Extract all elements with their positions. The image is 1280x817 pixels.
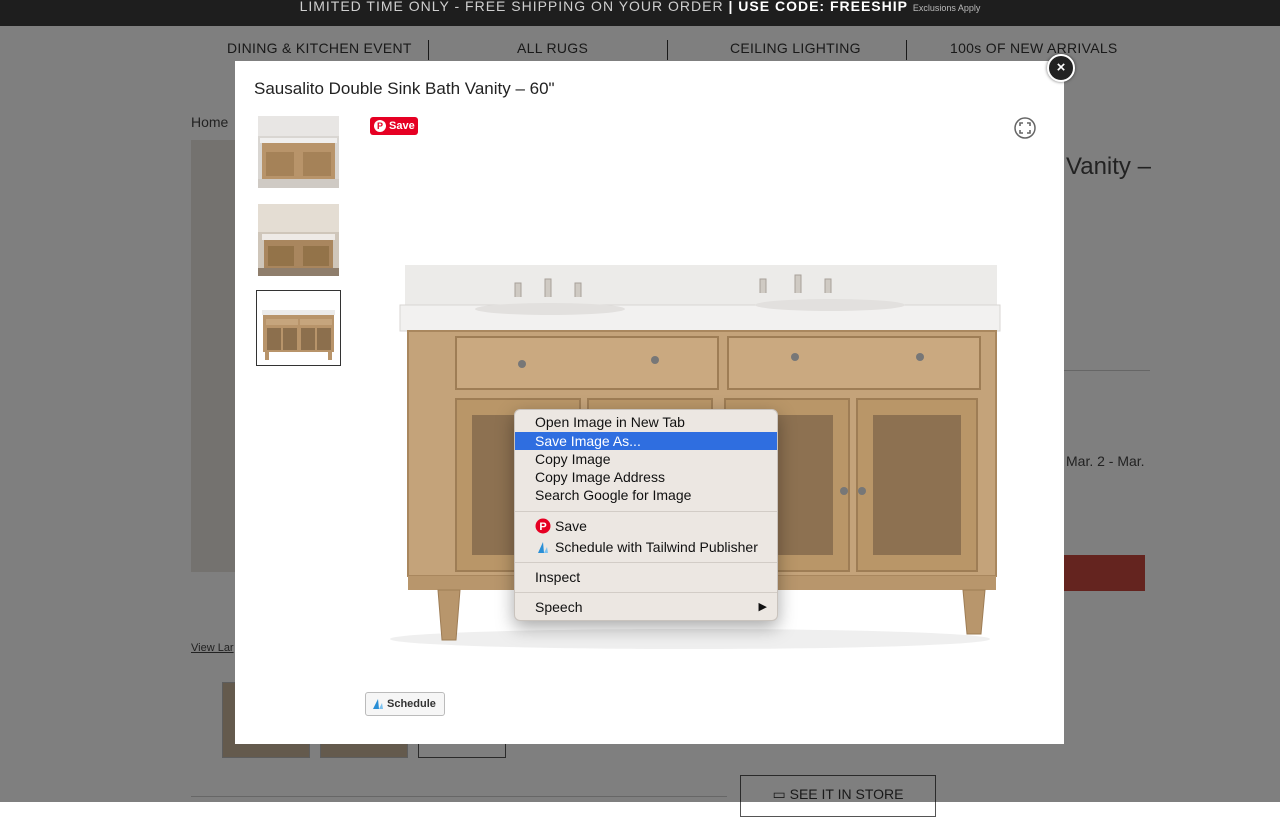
menu-item-schedule-tailwind[interactable]: Schedule with Tailwind Publisher: [515, 538, 777, 556]
menu-separator: [515, 511, 777, 512]
menu-item-pinterest-save[interactable]: P Save: [515, 517, 777, 535]
menu-item-copy-image-address[interactable]: Copy Image Address: [515, 468, 777, 486]
close-icon[interactable]: ×: [1047, 54, 1075, 82]
vanity-thumbnail-image: [258, 116, 339, 188]
menu-item-open-image-new-tab[interactable]: Open Image in New Tab: [515, 413, 777, 431]
pinterest-icon: P: [535, 518, 551, 534]
modal-title: Sausalito Double Sink Bath Vanity – 60": [254, 79, 555, 98]
tailwind-schedule-button[interactable]: Schedule: [365, 692, 445, 716]
menu-item-label: Inspect: [535, 569, 581, 585]
thumbnail-2[interactable]: [258, 204, 339, 276]
tailwind-icon: [373, 699, 383, 709]
promo-note: Exclusions Apply: [912, 3, 981, 13]
menu-item-label: Copy Image Address: [535, 469, 665, 485]
submenu-arrow-icon: ▶: [758, 601, 767, 613]
pinterest-save-button[interactable]: P Save: [370, 117, 418, 135]
menu-separator: [515, 592, 777, 593]
menu-item-search-google-image[interactable]: Search Google for Image: [515, 486, 777, 504]
pinterest-icon: P: [374, 120, 386, 132]
svg-text:P: P: [539, 521, 546, 533]
menu-item-inspect[interactable]: Inspect: [515, 568, 777, 586]
menu-item-label: Open Image in New Tab: [535, 414, 685, 430]
menu-item-save-image-as[interactable]: Save Image As...: [515, 432, 777, 450]
menu-item-copy-image[interactable]: Copy Image: [515, 450, 777, 468]
vanity-lifestyle-thumbnail-image: [258, 204, 339, 276]
menu-item-label: Copy Image: [535, 451, 611, 467]
promo-code: | USE CODE: FREESHIP: [728, 0, 908, 14]
menu-item-label: Save Image As...: [535, 433, 641, 449]
menu-separator: [515, 562, 777, 563]
thumbnail-3-selected[interactable]: [256, 290, 341, 366]
promo-banner: LIMITED TIME ONLY - FREE SHIPPING ON YOU…: [0, 0, 1280, 26]
image-modal: Sausalito Double Sink Bath Vanity – 60": [235, 61, 1064, 744]
fullscreen-icon[interactable]: [1014, 117, 1036, 139]
promo-text: LIMITED TIME ONLY - FREE SHIPPING ON YOU…: [299, 0, 724, 14]
menu-item-label: Search Google for Image: [535, 487, 692, 503]
thumbnail-1[interactable]: [258, 116, 339, 188]
menu-item-speech[interactable]: Speech ▶: [515, 598, 777, 616]
vanity-thumbnail-image: [258, 292, 339, 364]
menu-item-label: Schedule with Tailwind Publisher: [555, 539, 758, 555]
tailwind-icon: [538, 542, 548, 553]
schedule-label: Schedule: [387, 698, 436, 710]
context-menu: Open Image in New Tab Save Image As... C…: [514, 409, 778, 621]
menu-item-label: Save: [555, 518, 587, 534]
pinterest-save-label: Save: [389, 120, 415, 132]
menu-item-label: Speech: [535, 599, 583, 615]
